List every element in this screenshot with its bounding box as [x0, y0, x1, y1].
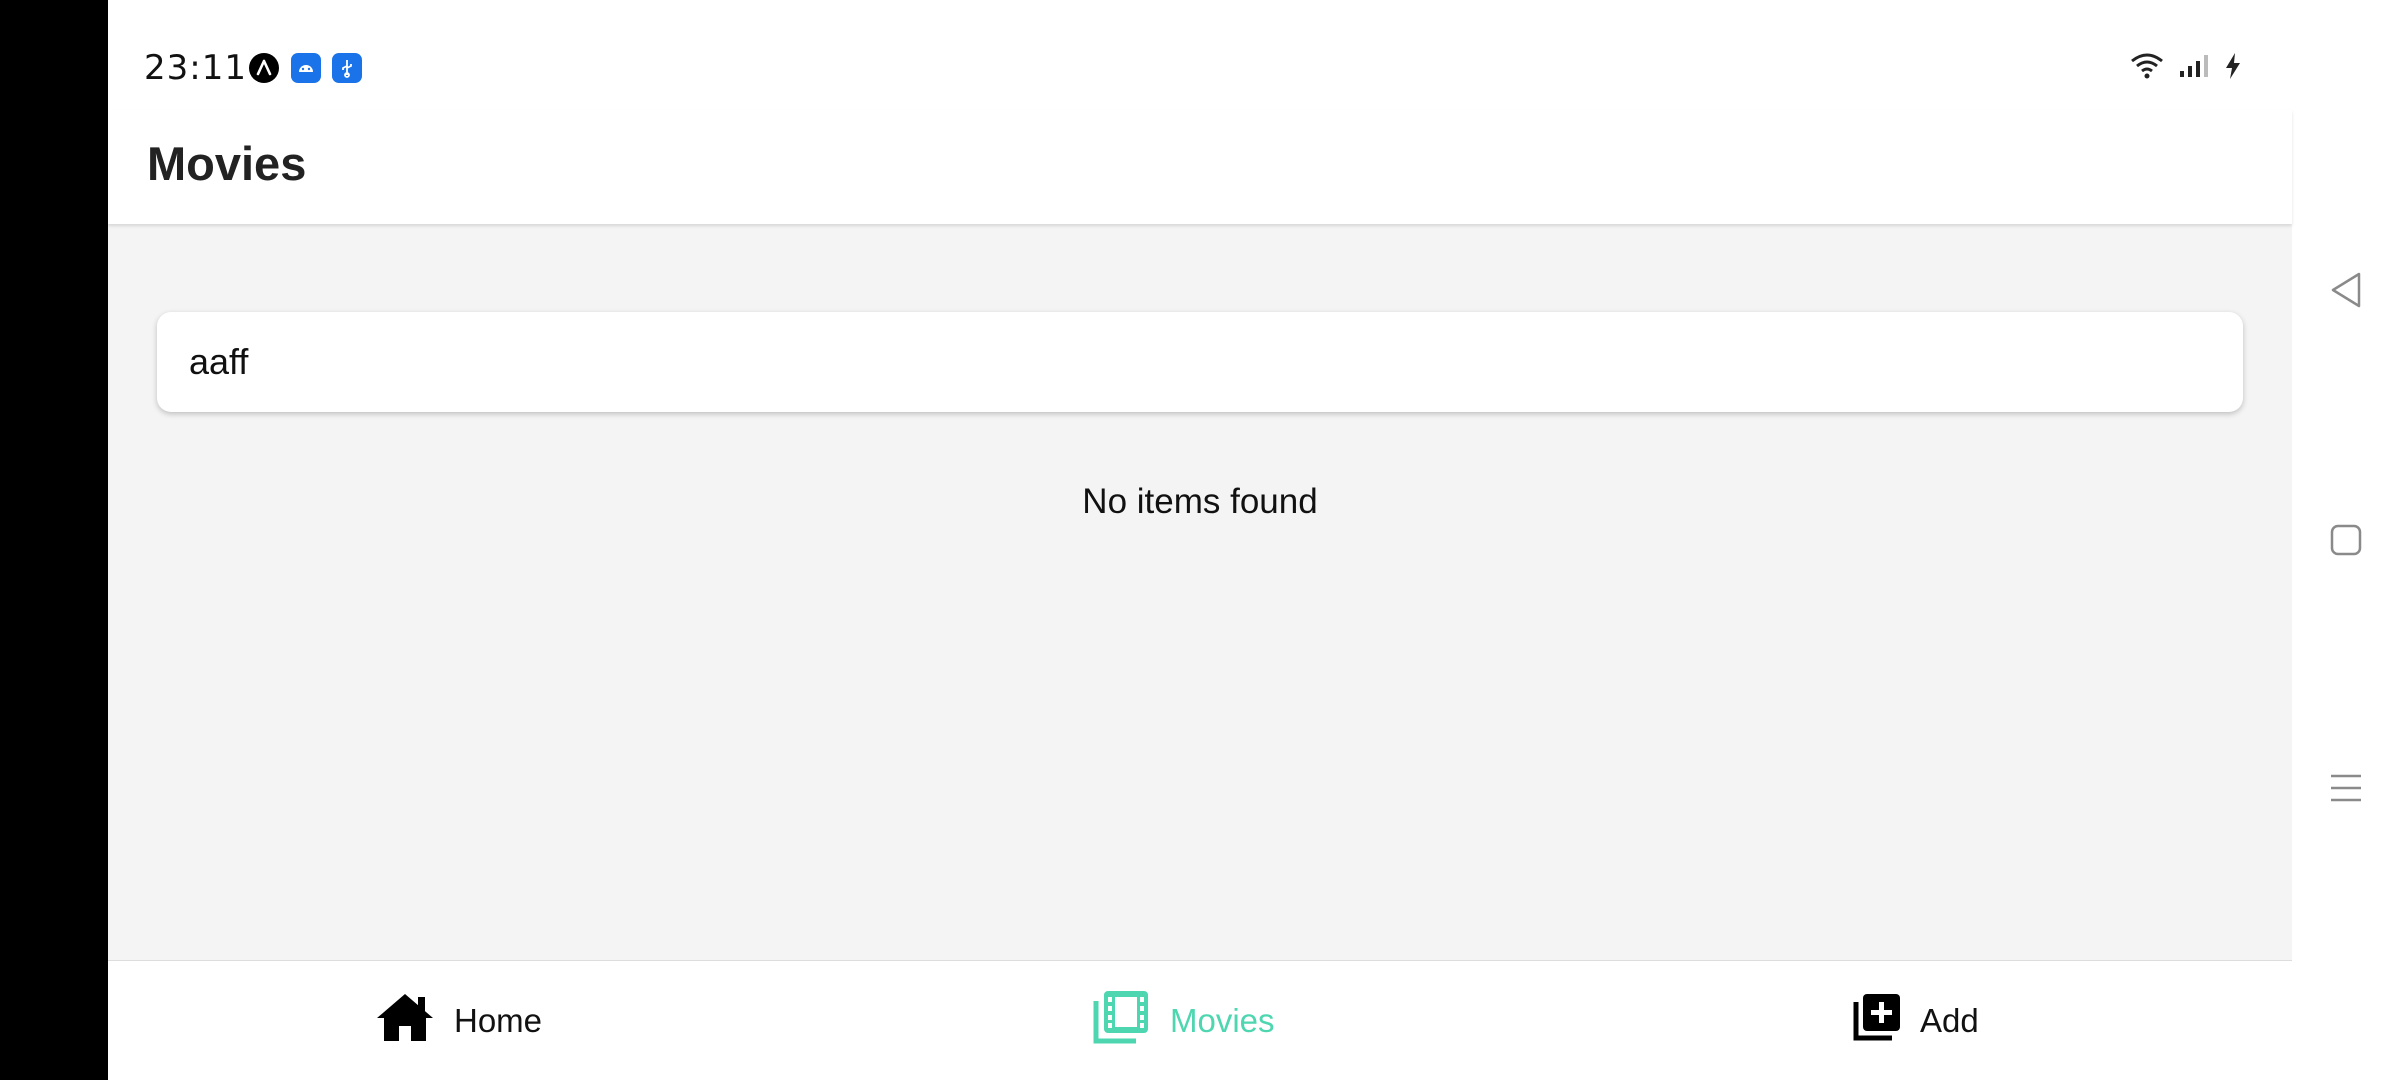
- signal-icon: [2178, 53, 2210, 84]
- left-black-bar: [0, 0, 108, 1080]
- nav-item-label: Home: [454, 1002, 543, 1039]
- movie-library-icon: [1092, 989, 1152, 1053]
- add-library-icon: [1852, 992, 1902, 1050]
- android-debug-icon: [291, 53, 321, 83]
- home-icon: [374, 991, 436, 1051]
- nav-item-label: Movies: [1170, 1002, 1275, 1039]
- page-title: Movies: [147, 137, 307, 190]
- app-bar: Movies: [108, 110, 2292, 224]
- system-status-icons: [2130, 52, 2242, 85]
- search-input[interactable]: [187, 340, 2243, 384]
- charging-icon: [2224, 52, 2242, 85]
- main-content: No items found: [108, 224, 2292, 960]
- recents-menu-icon[interactable]: [2326, 768, 2366, 808]
- back-icon[interactable]: [2326, 270, 2366, 310]
- expo-icon: [249, 53, 279, 83]
- status-bar: 23:11: [108, 0, 2292, 110]
- search-box[interactable]: [157, 312, 2243, 412]
- bottom-navigation: Home Movies Add: [108, 960, 2292, 1080]
- wifi-icon: [2130, 53, 2164, 84]
- nav-item-movies[interactable]: Movies: [1092, 961, 1275, 1080]
- nav-item-home[interactable]: Home: [374, 961, 542, 1080]
- empty-state-message: No items found: [1082, 482, 1318, 521]
- system-navigation-bar: [2292, 0, 2400, 1080]
- app-window: 23:11 Movies aaff No items found Home Mo…: [108, 0, 2292, 1080]
- nav-item-add[interactable]: Add: [1852, 961, 1979, 1080]
- home-square-icon[interactable]: [2326, 520, 2366, 560]
- usb-icon: [332, 53, 362, 83]
- nav-item-label: Add: [1920, 1002, 1979, 1039]
- status-time: 23:11: [144, 48, 247, 88]
- screen: 23:11 Movies aaff No items found Home Mo…: [0, 0, 2400, 1080]
